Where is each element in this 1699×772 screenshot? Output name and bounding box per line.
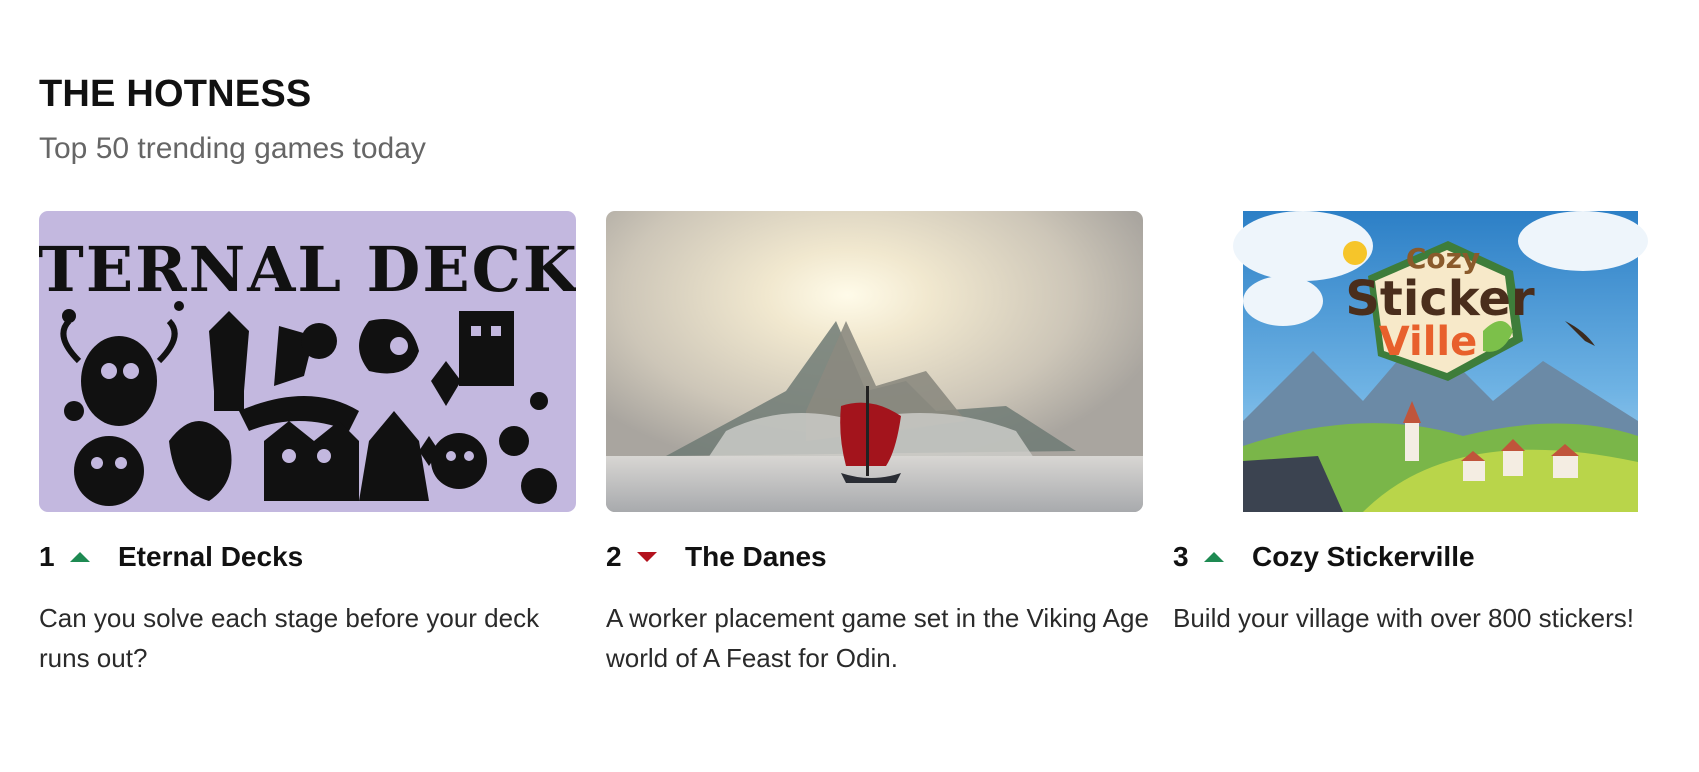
game-description: Build your village with over 800 sticker…: [1173, 603, 1634, 633]
svg-text:Ville: Ville: [1379, 319, 1478, 365]
rank-number: 2: [606, 541, 622, 572]
game-thumbnail-the-danes[interactable]: [606, 211, 1143, 512]
section-title: THE HOTNESS: [39, 73, 312, 115]
game-card-list: ETERNAL DECKS: [39, 211, 1699, 678]
cozy-stickerville-cover-art: Cozy Sticker Ville: [1173, 211, 1699, 512]
game-card-the-danes[interactable]: 2 The Danes A worker placement game set …: [606, 211, 1149, 678]
game-card-eternal-decks[interactable]: ETERNAL DECKS: [39, 211, 576, 678]
game-thumbnail-eternal-decks[interactable]: ETERNAL DECKS: [39, 211, 576, 512]
game-title-link[interactable]: The Danes: [685, 541, 827, 573]
rank-row: 3 Cozy Stickerville: [1173, 540, 1699, 574]
rank-number: 1: [39, 541, 55, 572]
rank-number: 3: [1173, 541, 1189, 572]
section-subtitle: Top 50 trending games today: [39, 132, 426, 165]
game-thumbnail-cozy-stickerville[interactable]: Cozy Sticker Ville: [1173, 211, 1699, 512]
eternal-decks-cover-art: ETERNAL DECKS: [39, 211, 576, 512]
game-card-cozy-stickerville[interactable]: Cozy Sticker Ville 3 Cozy Stickerville B…: [1173, 211, 1699, 678]
triangle-up-icon: [1204, 552, 1224, 562]
triangle-down-icon: [637, 552, 657, 562]
svg-text:ETERNAL DECKS: ETERNAL DECKS: [39, 233, 576, 306]
game-title-link[interactable]: Cozy Stickerville: [1252, 541, 1475, 573]
game-title-link[interactable]: Eternal Decks: [118, 541, 303, 573]
hotness-section: THE HOTNESS Top 50 trending games today …: [0, 0, 1699, 772]
the-danes-cover-art: [606, 211, 1143, 512]
game-description: Can you solve each stage before your dec…: [39, 603, 540, 673]
rank-row: 2 The Danes: [606, 540, 1143, 574]
triangle-up-icon: [70, 552, 90, 562]
rank-row: 1 Eternal Decks: [39, 540, 576, 574]
game-description: A worker placement game set in the Vikin…: [606, 603, 1149, 673]
